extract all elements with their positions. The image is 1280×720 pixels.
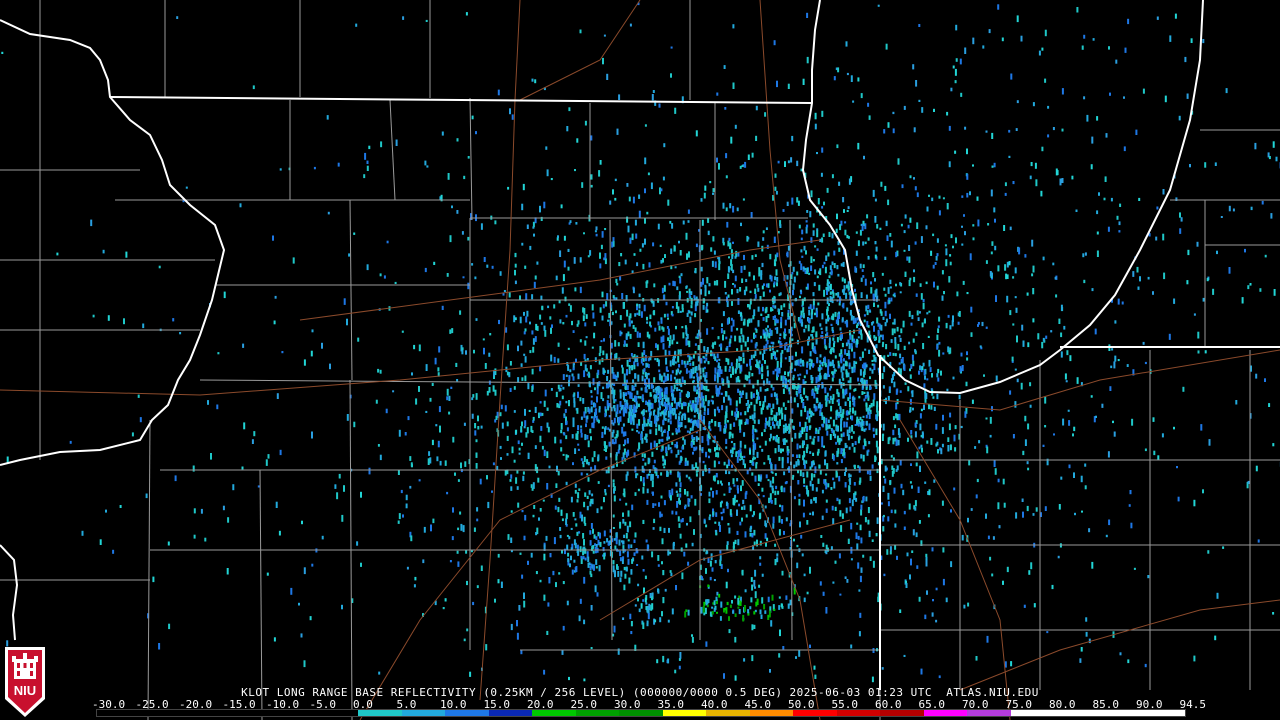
scale-swatch [140, 710, 185, 716]
scale-swatch [184, 710, 228, 716]
scale-swatch [1141, 710, 1185, 716]
color-scale-bar [96, 709, 1186, 717]
scale-swatch [923, 710, 968, 716]
scale-swatch [532, 710, 576, 716]
logo-text: NIU [14, 683, 36, 698]
scale-swatch [445, 710, 489, 716]
scale-swatch [314, 710, 359, 716]
scale-swatch [227, 710, 272, 716]
scale-swatch [1097, 710, 1142, 716]
radar-display: KLOT LONG RANGE BASE REFLECTIVITY (0.25K… [0, 0, 1280, 720]
scale-swatch [619, 710, 663, 716]
niu-logo: NIU [5, 647, 45, 717]
scale-swatch [967, 710, 1011, 716]
scale-swatch [1054, 710, 1098, 716]
scale-swatch [749, 710, 794, 716]
scale-swatch [271, 710, 315, 716]
scale-swatch [401, 710, 446, 716]
scale-swatch [1010, 710, 1055, 716]
radar-map [0, 0, 1280, 720]
scale-swatch [488, 710, 533, 716]
scale-swatch [97, 710, 141, 716]
scale-swatch [662, 710, 707, 716]
scale-swatch [575, 710, 620, 716]
scale-swatch [706, 710, 750, 716]
scale-swatch [836, 710, 881, 716]
scale-swatch [793, 710, 837, 716]
scale-swatch [358, 710, 402, 716]
scale-swatch [880, 710, 924, 716]
